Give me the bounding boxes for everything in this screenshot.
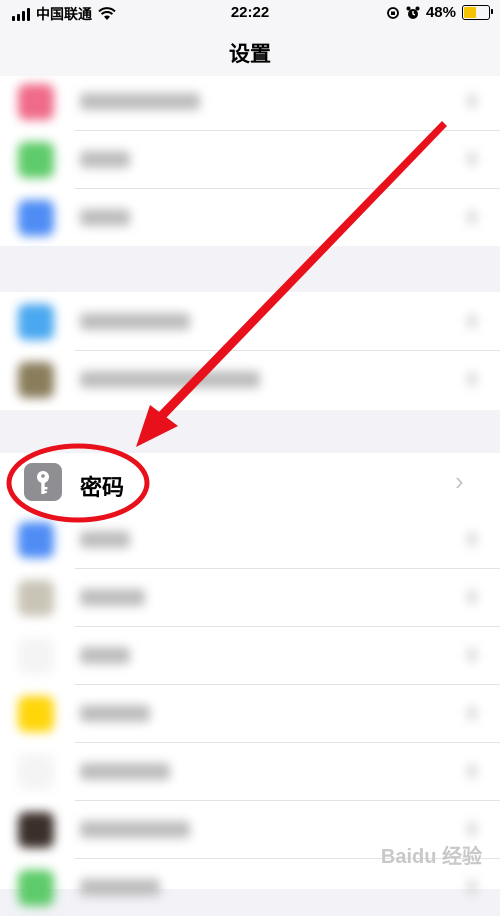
chevron-right-icon — [468, 590, 476, 604]
blurred-settings-row[interactable] — [0, 684, 500, 742]
page-title: 设置 — [229, 43, 271, 66]
blurred-settings-row[interactable] — [0, 72, 500, 130]
blurred-app-icon — [18, 362, 54, 398]
status-bar: 中国联通 22:22 48% — [0, 0, 500, 26]
chevron-right-icon — [468, 706, 476, 720]
blurred-settings-row[interactable] — [0, 292, 500, 350]
chevron-right-icon — [468, 648, 476, 662]
blurred-label — [80, 531, 130, 548]
blurred-app-icon — [18, 812, 54, 848]
blurred-app-icon — [18, 522, 54, 558]
blurred-label — [80, 313, 190, 330]
status-right: 48% — [386, 4, 493, 21]
blurred-settings-row[interactable] — [0, 350, 500, 408]
blurred-label — [80, 705, 150, 722]
blurred-label — [80, 879, 160, 896]
navigation-bar: 设置 — [0, 26, 500, 76]
blurred-label — [80, 821, 190, 838]
chevron-right-icon — [468, 152, 476, 166]
blurred-label — [80, 209, 130, 226]
blurred-settings-row[interactable] — [0, 568, 500, 626]
blurred-app-icon — [18, 580, 54, 616]
arrow-head — [136, 405, 178, 447]
blurred-label — [80, 93, 200, 110]
watermark: Baidu 经验 — [380, 846, 482, 868]
key-icon — [24, 463, 62, 501]
blurred-app-icon — [18, 754, 54, 790]
chevron-right-icon — [468, 94, 476, 108]
battery-level — [464, 7, 476, 18]
chevron-right-icon — [468, 314, 476, 328]
orientation-lock-icon — [387, 6, 399, 19]
blurred-label — [80, 647, 130, 664]
blurred-settings-row[interactable] — [0, 510, 500, 568]
password-label: 密码 — [80, 475, 125, 500]
blurred-label — [80, 371, 260, 388]
chevron-right-icon — [468, 532, 476, 546]
blurred-app-icon — [18, 638, 54, 674]
chevron-right-icon — [468, 880, 476, 894]
battery-percentage: 48% — [425, 4, 456, 21]
blurred-settings-row[interactable] — [0, 626, 500, 684]
blurred-app-icon — [18, 870, 54, 906]
chevron-right-icon — [468, 372, 476, 386]
battery-icon — [462, 5, 493, 20]
blurred-app-icon — [18, 696, 54, 732]
chevron-right-icon: › — [455, 466, 464, 496]
blurred-settings-row[interactable] — [0, 130, 500, 188]
chevron-right-icon — [468, 764, 476, 778]
blurred-settings-row[interactable] — [0, 188, 500, 246]
blurred-label — [80, 763, 170, 780]
chevron-right-icon — [468, 822, 476, 836]
blurred-settings-row[interactable] — [0, 742, 500, 800]
blurred-app-icon — [18, 142, 54, 178]
blurred-app-icon — [18, 304, 54, 340]
blurred-label — [80, 589, 145, 606]
alarm-icon — [406, 6, 420, 19]
settings-item-password[interactable] — [0, 453, 500, 511]
blurred-label — [80, 151, 130, 168]
chevron-right-icon — [468, 210, 476, 224]
blurred-app-icon — [18, 84, 54, 120]
blurred-app-icon — [18, 200, 54, 236]
